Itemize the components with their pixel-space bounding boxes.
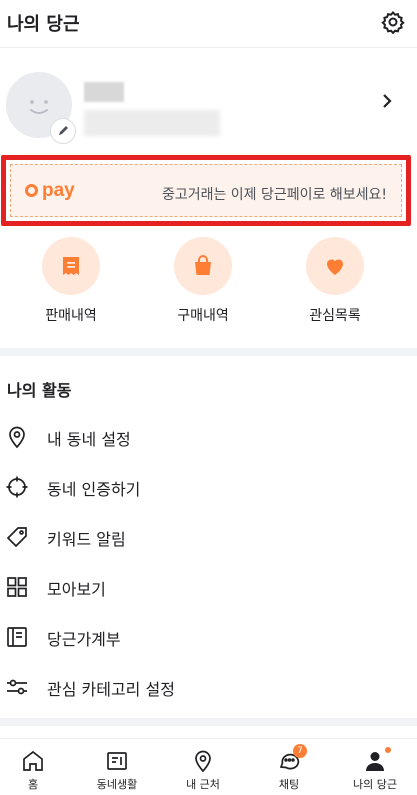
pay-banner-highlight: pay 중고거래는 이제 당근페이로 해보세요! bbox=[1, 155, 411, 226]
shopping-bag-icon bbox=[195, 255, 211, 275]
page-title: 나의 당근 bbox=[7, 14, 80, 35]
ledger-icon bbox=[7, 627, 27, 647]
pay-logo: pay bbox=[25, 180, 75, 202]
wishlist-label: 관심목록 bbox=[309, 308, 361, 324]
section-divider bbox=[0, 348, 417, 356]
person-icon bbox=[366, 752, 384, 771]
menu-item-label: 당근가계부 bbox=[47, 630, 121, 649]
edit-profile-button[interactable] bbox=[50, 118, 76, 144]
board-icon bbox=[107, 752, 127, 770]
gear-icon[interactable] bbox=[381, 10, 405, 34]
tab-home[interactable]: 홈 bbox=[0, 749, 73, 792]
menu-item-ledger[interactable]: 당근가계부 bbox=[0, 611, 417, 661]
tab-label: 동네생활 bbox=[96, 778, 138, 791]
location-pin-icon bbox=[9, 426, 25, 449]
tab-neighborhood-life[interactable]: 동네생활 bbox=[77, 749, 157, 792]
location-pin-icon bbox=[195, 750, 211, 773]
tab-chat[interactable]: 7 채팅 bbox=[249, 744, 329, 792]
tab-my-carrot[interactable]: 나의 당근 bbox=[335, 747, 415, 792]
menu-item-collections[interactable]: 모아보기 bbox=[0, 561, 417, 611]
pay-banner-message: 중고거래는 이제 당근페이로 해보세요! bbox=[161, 187, 387, 203]
chat-unread-badge: 7 bbox=[293, 744, 307, 758]
tab-label: 나의 당근 bbox=[353, 778, 397, 791]
user-info-redacted bbox=[84, 110, 220, 136]
menu-item-label: 모아보기 bbox=[47, 580, 106, 599]
chevron-right-icon[interactable] bbox=[381, 93, 393, 109]
wishlist-button[interactable]: 관심목록 bbox=[302, 237, 368, 325]
section-divider bbox=[0, 718, 417, 726]
crosshair-icon bbox=[6, 476, 28, 498]
menu-item-verify-neighborhood[interactable]: 동네 인증하기 bbox=[0, 461, 417, 511]
menu-item-keyword-alerts[interactable]: 키워드 알림 bbox=[0, 511, 417, 561]
carrot-pay-icon bbox=[25, 184, 38, 197]
sales-history-label: 판매내역 bbox=[45, 308, 97, 324]
tab-label: 홈 bbox=[27, 778, 39, 791]
tab-label: 채팅 bbox=[278, 778, 300, 791]
nickname-redacted bbox=[84, 82, 124, 102]
purchase-history-label: 구매내역 bbox=[177, 308, 229, 324]
menu-item-label: 동네 인증하기 bbox=[47, 480, 141, 499]
sliders-icon bbox=[7, 679, 27, 695]
profile-card[interactable] bbox=[0, 60, 417, 150]
home-icon bbox=[23, 750, 43, 771]
notification-dot bbox=[385, 747, 391, 753]
tab-label: 내 근처 bbox=[186, 778, 220, 791]
grid-icon bbox=[7, 577, 27, 597]
menu-item-category-settings[interactable]: 관심 카테고리 설정 bbox=[0, 661, 417, 711]
menu-item-label: 내 동네 설정 bbox=[47, 430, 131, 449]
purchase-history-button[interactable]: 구매내역 bbox=[170, 237, 236, 325]
tag-icon bbox=[6, 527, 27, 548]
menu-item-neighborhood-settings[interactable]: 내 동네 설정 bbox=[0, 411, 417, 461]
receipt-icon bbox=[63, 257, 79, 275]
app-header: 나의 당근 bbox=[0, 0, 417, 48]
activity-section-title: 나의 활동 bbox=[7, 381, 72, 400]
menu-item-label: 키워드 알림 bbox=[47, 530, 126, 549]
pencil-icon bbox=[59, 126, 68, 135]
menu-item-label: 관심 카테고리 설정 bbox=[47, 680, 175, 699]
pay-banner[interactable]: pay 중고거래는 이제 당근페이로 해보세요! bbox=[10, 164, 402, 217]
sales-history-button[interactable]: 판매내역 bbox=[38, 237, 104, 325]
tab-nearby[interactable]: 내 근처 bbox=[163, 749, 243, 792]
bottom-tab-bar: 홈 동네생활 내 근처 7 채팅 나의 당근 bbox=[0, 738, 417, 795]
heart-icon bbox=[327, 259, 343, 275]
